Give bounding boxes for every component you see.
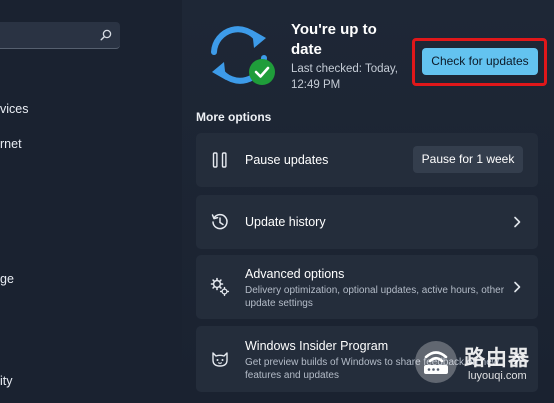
insider-cat-icon: [212, 352, 228, 367]
more-options-heading: More options: [196, 110, 272, 124]
check-for-updates-button[interactable]: Check for updates: [422, 48, 538, 75]
watermark-name: 路由器: [464, 346, 530, 370]
chevron-right-icon: [514, 216, 521, 228]
pause-updates-card: Pause updates Pause for 1 week: [196, 133, 538, 187]
update-history-card[interactable]: Update history: [196, 195, 538, 249]
chevron-right-icon: [514, 281, 521, 293]
pause-updates-title: Pause updates: [245, 153, 329, 167]
windows-insider-title: Windows Insider Program: [245, 339, 389, 353]
router-logo-icon: [415, 341, 457, 383]
pause-icon: [212, 152, 227, 168]
advanced-options-description: Delivery optimization, optional updates,…: [245, 285, 505, 309]
status-title: You're up to date: [291, 21, 377, 58]
search-input[interactable]: [0, 22, 120, 49]
sidebar-item-network[interactable]: rnet: [0, 137, 22, 151]
watermark-url: luyouqi.com: [468, 370, 527, 382]
sync-check-icon: [211, 26, 275, 85]
update-history-title: Update history: [245, 215, 326, 229]
watermark: 路由器 luyouqi.com: [414, 340, 550, 388]
sidebar: vices rnet ge ity: [0, 0, 182, 403]
last-checked-text: Last checked: Today, 12:49 PM: [291, 63, 398, 91]
search-icon[interactable]: [100, 29, 112, 41]
advanced-options-card[interactable]: Advanced options Delivery optimization, …: [196, 255, 538, 319]
sidebar-item-devices[interactable]: vices: [0, 102, 28, 116]
sidebar-item-security[interactable]: ity: [0, 374, 13, 388]
history-icon: [211, 213, 228, 230]
sidebar-item-language[interactable]: ge: [0, 272, 14, 286]
gears-icon: [210, 277, 230, 297]
settings-window: vices rnet ge ity You're up to date Last…: [0, 0, 554, 403]
pause-for-1-week-button[interactable]: Pause for 1 week: [413, 146, 523, 173]
advanced-options-title: Advanced options: [245, 267, 345, 281]
